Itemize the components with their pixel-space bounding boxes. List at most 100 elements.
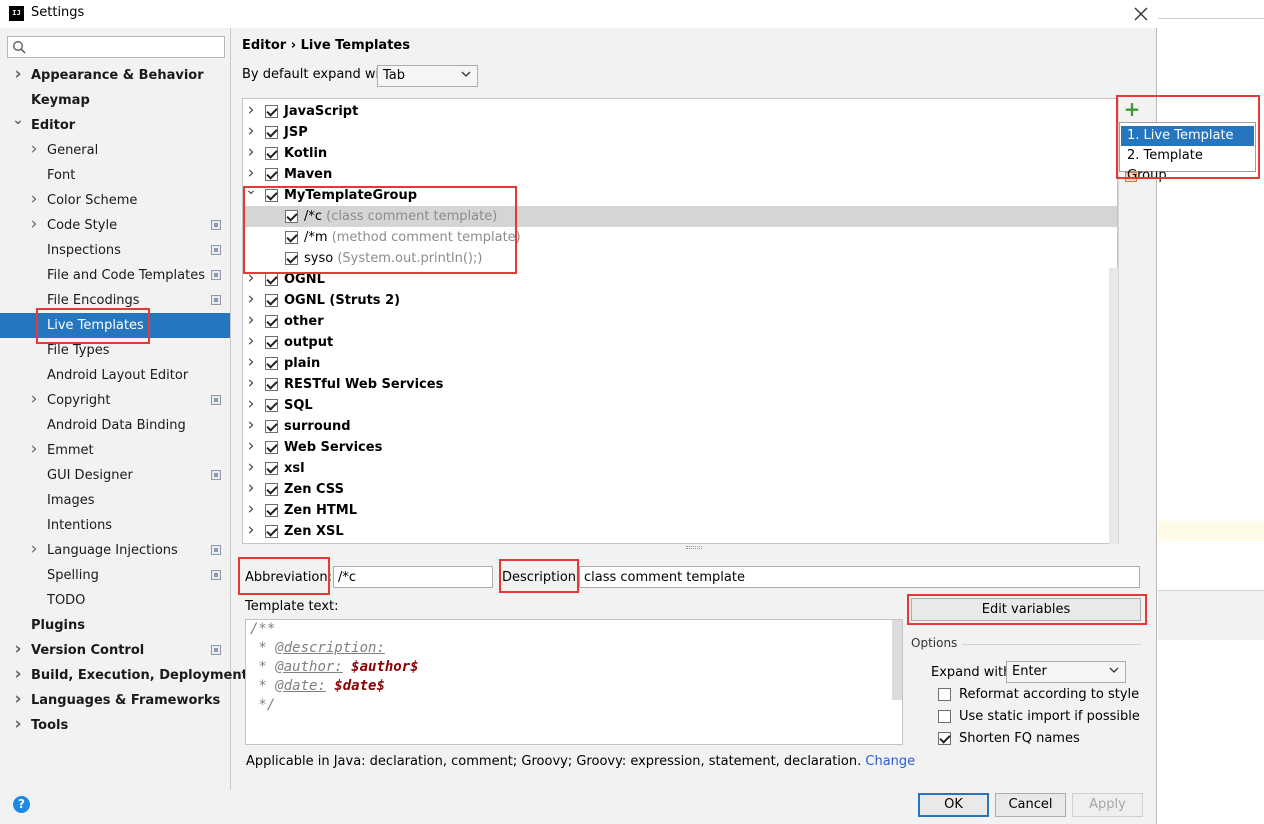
chevron-right-icon[interactable]: › <box>245 499 257 520</box>
splitter-handle[interactable] <box>686 546 702 549</box>
chevron-right-icon[interactable]: › <box>28 212 40 237</box>
chevron-right-icon[interactable]: › <box>12 712 24 737</box>
template-group-row[interactable]: › SQL <box>243 394 1117 416</box>
template-scrollbar[interactable] <box>892 620 902 700</box>
sidebar-item[interactable]: › Version Control <box>0 638 230 663</box>
template-group-row[interactable]: › surround <box>243 415 1117 437</box>
group-checkbox[interactable] <box>265 273 278 286</box>
option-checkbox[interactable] <box>938 688 951 701</box>
chevron-right-icon[interactable]: › <box>245 268 257 289</box>
template-group-row[interactable]: › Zen CSS <box>243 478 1117 500</box>
chevron-right-icon[interactable]: › <box>245 415 257 436</box>
group-checkbox[interactable] <box>265 378 278 391</box>
template-group-row[interactable]: › xsl <box>243 457 1117 479</box>
template-text-editor[interactable]: /** * @description: * @author: $author$ … <box>245 619 903 745</box>
add-icon[interactable]: + <box>1123 99 1141 119</box>
chevron-right-icon[interactable]: › <box>245 352 257 373</box>
chevron-right-icon[interactable]: › <box>245 100 257 121</box>
group-checkbox[interactable] <box>265 315 278 328</box>
sidebar-item[interactable]: Live Templates <box>0 313 230 338</box>
sidebar-item[interactable]: › Color Scheme <box>0 188 230 213</box>
sidebar-item[interactable]: File Types <box>0 338 230 363</box>
edit-variables-button[interactable]: Edit variables <box>911 598 1141 621</box>
template-row[interactable]: /*c (class comment template) <box>243 206 1117 227</box>
group-checkbox[interactable] <box>265 504 278 517</box>
chevron-right-icon[interactable]: › <box>245 457 257 478</box>
group-checkbox[interactable] <box>265 294 278 307</box>
template-checkbox[interactable] <box>285 210 298 223</box>
sidebar-item[interactable]: Android Data Binding <box>0 413 230 438</box>
chevron-right-icon[interactable]: › <box>245 394 257 415</box>
sidebar-item[interactable]: GUI Designer <box>0 463 230 488</box>
group-checkbox[interactable] <box>265 420 278 433</box>
chevron-down-icon[interactable]: ⌄ <box>12 108 24 133</box>
chevron-down-icon[interactable]: ⌄ <box>245 180 257 201</box>
chevron-right-icon[interactable]: › <box>28 537 40 562</box>
chevron-right-icon[interactable]: › <box>28 437 40 462</box>
sidebar-item[interactable]: File and Code Templates <box>0 263 230 288</box>
chevron-right-icon[interactable]: › <box>245 310 257 331</box>
default-expand-select[interactable]: Tab <box>377 65 478 87</box>
sidebar-item[interactable]: Inspections <box>0 238 230 263</box>
sidebar-item[interactable]: ⌄ Editor <box>0 112 230 138</box>
sidebar-item[interactable]: › Tools <box>0 713 230 738</box>
help-icon[interactable]: ? <box>13 796 30 813</box>
group-checkbox[interactable] <box>265 336 278 349</box>
template-group-row[interactable]: › OGNL <box>243 268 1117 290</box>
apply-button[interactable]: Apply <box>1072 793 1143 817</box>
template-group-row[interactable]: › plain <box>243 352 1117 374</box>
sidebar-item[interactable]: Plugins <box>0 613 230 638</box>
template-group-row[interactable]: › JavaScript <box>243 100 1117 122</box>
sidebar-item[interactable]: Spelling <box>0 563 230 588</box>
group-checkbox[interactable] <box>265 105 278 118</box>
chevron-right-icon[interactable]: › <box>245 520 257 541</box>
sidebar-item[interactable]: › Appearance & Behavior <box>0 63 230 88</box>
sidebar-item[interactable]: Intentions <box>0 513 230 538</box>
group-checkbox[interactable] <box>265 189 278 202</box>
menu-item-template-group[interactable]: 2. Template Group... <box>1121 146 1254 183</box>
group-checkbox[interactable] <box>265 357 278 370</box>
menu-item-live-template[interactable]: 1. Live Template <box>1121 126 1254 146</box>
chevron-right-icon[interactable]: › <box>12 662 24 687</box>
sidebar-item[interactable]: TODO <box>0 588 230 613</box>
template-group-row[interactable]: › JSP <box>243 121 1117 143</box>
template-row[interactable]: /*m (method comment template) <box>243 227 1117 248</box>
template-group-row[interactable]: › Kotlin <box>243 142 1117 164</box>
template-group-row[interactable]: › Zen HTML <box>243 499 1117 521</box>
group-checkbox[interactable] <box>265 441 278 454</box>
sidebar-item[interactable]: File Encodings <box>0 288 230 313</box>
cancel-button[interactable]: Cancel <box>995 793 1066 817</box>
sidebar-item[interactable]: › Copyright <box>0 388 230 413</box>
tree-scrollbar[interactable] <box>1109 268 1118 544</box>
change-link[interactable]: Change <box>865 754 915 769</box>
search-input[interactable] <box>7 36 225 58</box>
template-checkbox[interactable] <box>285 231 298 244</box>
template-group-row[interactable]: › Maven <box>243 163 1117 185</box>
group-checkbox[interactable] <box>265 525 278 538</box>
chevron-right-icon[interactable]: › <box>12 637 24 662</box>
sidebar-item[interactable]: › Languages & Frameworks <box>0 688 230 713</box>
template-group-row[interactable]: › Zen XSL <box>243 520 1117 542</box>
template-group-row[interactable]: ⌄ MyTemplateGroup <box>243 182 1117 206</box>
close-button[interactable] <box>1128 2 1154 26</box>
chevron-right-icon[interactable]: › <box>28 387 40 412</box>
chevron-right-icon[interactable]: › <box>28 187 40 212</box>
template-group-row[interactable]: › Web Services <box>243 436 1117 458</box>
sidebar-item[interactable]: › Build, Execution, Deployment <box>0 662 247 688</box>
sidebar-item[interactable]: Images <box>0 488 230 513</box>
chevron-right-icon[interactable]: › <box>12 62 24 87</box>
sidebar-item[interactable]: Keymap <box>0 88 230 113</box>
group-checkbox[interactable] <box>265 126 278 139</box>
template-row[interactable]: syso (System.out.println();) <box>243 248 1117 269</box>
chevron-right-icon[interactable]: › <box>245 373 257 394</box>
sidebar-item[interactable]: Font <box>0 163 230 188</box>
chevron-right-icon[interactable]: › <box>245 121 257 142</box>
sidebar-item[interactable]: › Language Injections <box>0 538 230 563</box>
template-group-row[interactable]: › output <box>243 331 1117 353</box>
chevron-right-icon[interactable]: › <box>245 289 257 310</box>
chevron-right-icon[interactable]: › <box>12 687 24 712</box>
template-group-row[interactable]: › RESTful Web Services <box>243 373 1117 395</box>
group-checkbox[interactable] <box>265 168 278 181</box>
description-field[interactable] <box>579 566 1140 588</box>
abbreviation-field[interactable] <box>333 566 493 588</box>
